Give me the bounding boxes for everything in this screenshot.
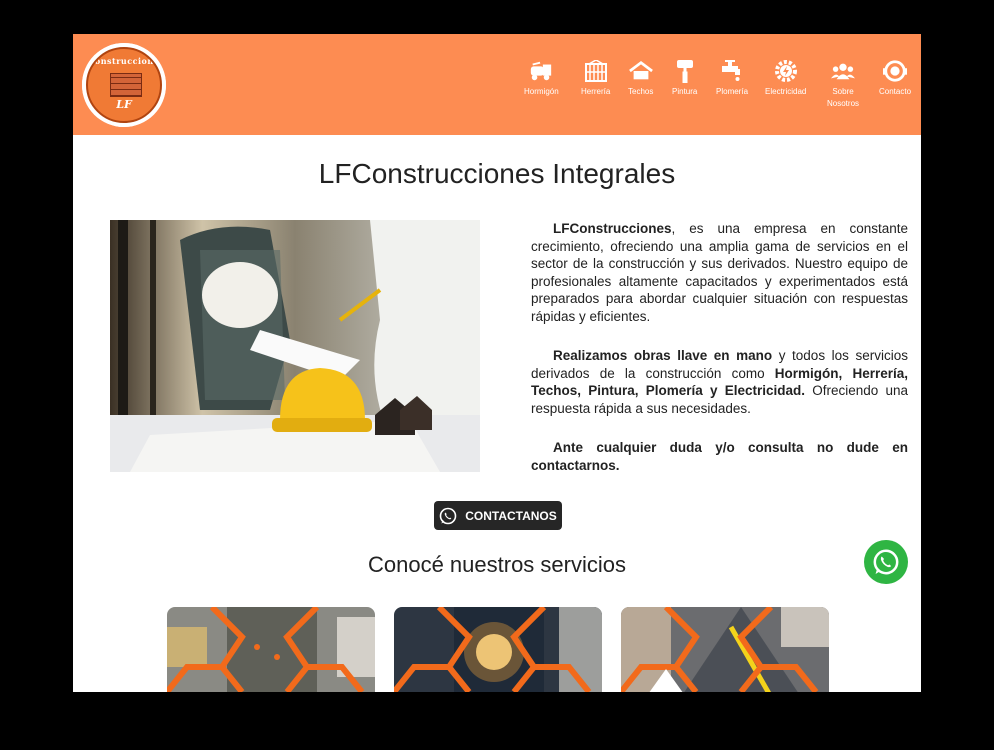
hero-image <box>110 220 480 472</box>
nav-label: Herrería <box>581 87 611 96</box>
logo-text-top: Construcciones <box>88 56 162 66</box>
intro-paragraph-3: Ante cualquier duda y/o consulta no dude… <box>531 439 908 474</box>
nav-item-herreria[interactable]: Herrería <box>581 59 610 98</box>
faucet-icon <box>720 59 744 83</box>
nav-label: Techos <box>628 87 654 96</box>
support-icon <box>883 59 908 83</box>
nav-item-plomeria[interactable]: Plomería <box>716 59 748 98</box>
nav-label: Plomería <box>716 87 749 96</box>
brick-wall-icon <box>110 73 142 97</box>
whatsapp-icon <box>439 507 457 524</box>
contact-invite-bold: Ante cualquier duda y/o consulta no dude… <box>531 440 908 473</box>
roof-icon <box>628 59 653 83</box>
intro-paragraph-2: Realizamos obras llave en mano y todos l… <box>531 347 908 417</box>
whatsapp-icon <box>873 549 899 575</box>
intro-paragraph-1-text: , es una empresa en constante crecimient… <box>531 221 908 324</box>
intro-paragraph-1: LFConstrucciones, es una empresa en cons… <box>531 220 908 325</box>
contact-button[interactable]: CONTACTANOS <box>434 501 562 530</box>
browser-frame: Construcciones LF Hormigón Herrería Tech… <box>73 34 921 692</box>
service-card-hormigon[interactable] <box>167 607 375 692</box>
nav-label: Electricidad <box>765 87 807 96</box>
gate-icon <box>584 59 608 83</box>
contact-button-label: CONTACTANOS <box>465 508 557 523</box>
header-bar: Construcciones LF Hormigón Herrería Tech… <box>73 34 921 135</box>
service-card-techos[interactable] <box>621 607 829 692</box>
whatsapp-float-button[interactable] <box>864 540 908 584</box>
intro-text: LFConstrucciones, es una empresa en cons… <box>531 220 908 496</box>
users-icon <box>831 59 855 83</box>
gear-electric-icon <box>774 59 798 83</box>
nav-item-sobre-nosotros[interactable]: Sobre Nosotros <box>827 59 859 110</box>
nav-item-pintura[interactable]: Pintura <box>672 59 697 98</box>
service-card-herreria[interactable] <box>394 607 602 692</box>
nav-item-techos[interactable]: Techos <box>628 59 653 98</box>
nav-label: Hormigón <box>524 87 559 96</box>
nav-label: Pintura <box>672 87 698 96</box>
turnkey-bold: Realizamos obras llave en mano <box>553 348 773 363</box>
nav-label: Contacto <box>879 87 912 96</box>
company-name-bold: LFConstrucciones <box>553 221 672 236</box>
concrete-mixer-icon <box>529 59 553 83</box>
nav-item-contacto[interactable]: Contacto <box>879 59 911 98</box>
paint-roller-icon <box>673 59 697 83</box>
nav-label: Sobre Nosotros <box>827 87 860 108</box>
company-logo[interactable]: Construcciones LF <box>82 43 166 127</box>
page-title: LFConstrucciones Integrales <box>318 158 676 189</box>
logo-text-lf: LF <box>116 98 132 111</box>
services-title: Conocé nuestros servicios <box>367 552 626 577</box>
nav-item-electricidad[interactable]: Electricidad <box>765 59 806 98</box>
nav-item-hormigon[interactable]: Hormigón <box>524 59 559 98</box>
